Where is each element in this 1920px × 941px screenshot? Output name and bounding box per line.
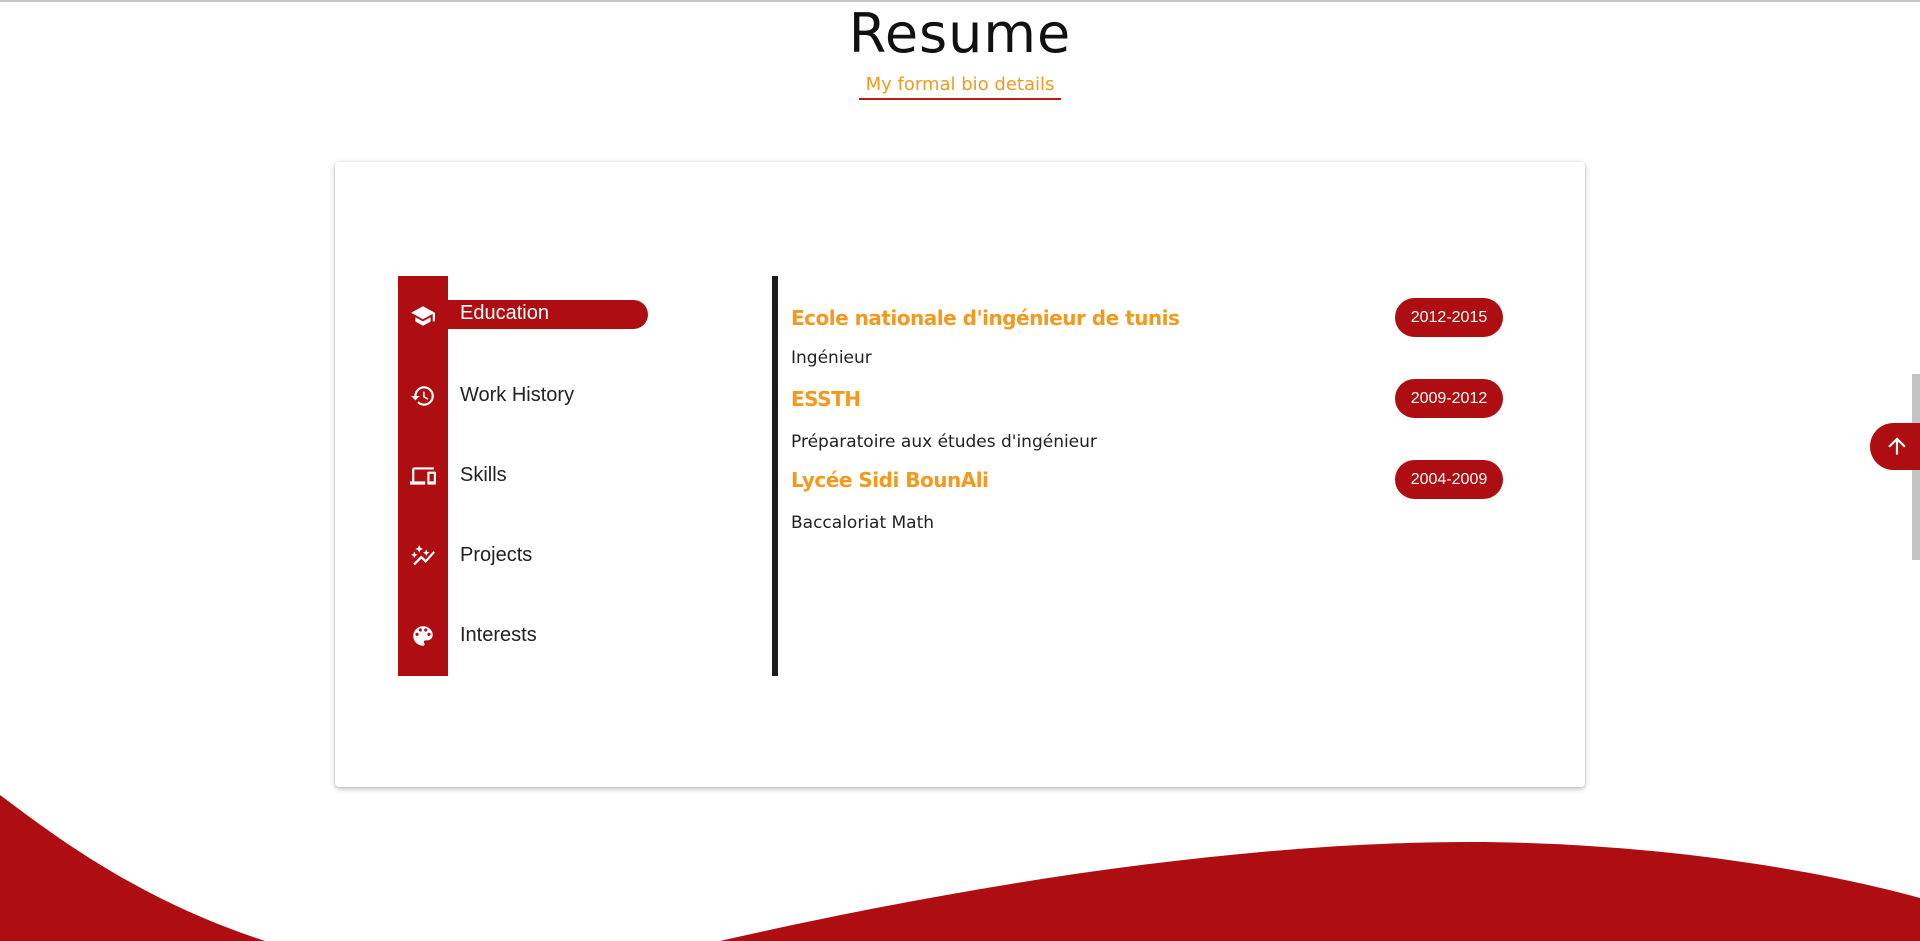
years-badge: 2009-2012	[1395, 379, 1503, 418]
page-subtitle: My formal bio details	[865, 74, 1055, 95]
tab-education[interactable]: Education	[398, 296, 698, 336]
tab-projects[interactable]: Projects	[398, 536, 698, 576]
degree: Baccaloriat Math	[791, 513, 935, 533]
tab-label: Education	[460, 302, 549, 324]
subtitle-underline	[859, 98, 1061, 100]
auto-graph-icon	[408, 543, 438, 569]
degree: Ingénieur	[791, 348, 872, 368]
tab-work-history[interactable]: Work History	[398, 376, 698, 416]
education-entry: ESSTH Préparatoire aux études d'ingénieu…	[791, 379, 1511, 452]
tab-interests[interactable]: Interests	[398, 616, 698, 656]
history-icon	[408, 383, 438, 409]
degree: Préparatoire aux études d'ingénieur	[791, 432, 1097, 452]
tab-label: Interests	[460, 624, 537, 646]
devices-icon	[408, 463, 438, 489]
years-badge: 2004-2009	[1395, 460, 1503, 499]
arrow-up-icon	[1888, 437, 1906, 455]
page-title: Resume	[848, 2, 1072, 65]
tab-skills[interactable]: Skills	[398, 456, 698, 496]
tab-label: Projects	[460, 544, 533, 566]
education-entry: Lycée Sidi BounAli Baccaloriat Math 2004…	[791, 460, 1511, 533]
years-badge: 2012-2015	[1395, 298, 1503, 337]
palette-icon	[408, 623, 438, 649]
education-entry: Ecole nationale d'ingénieur de tunis Ing…	[791, 298, 1511, 368]
timeline-bar	[772, 276, 778, 676]
tab-label: Work History	[460, 384, 575, 406]
decorative-wave	[0, 795, 1920, 941]
back-to-top-button[interactable]	[1870, 423, 1920, 470]
tab-label: Skills	[460, 464, 507, 486]
graduation-cap-icon	[408, 303, 438, 329]
